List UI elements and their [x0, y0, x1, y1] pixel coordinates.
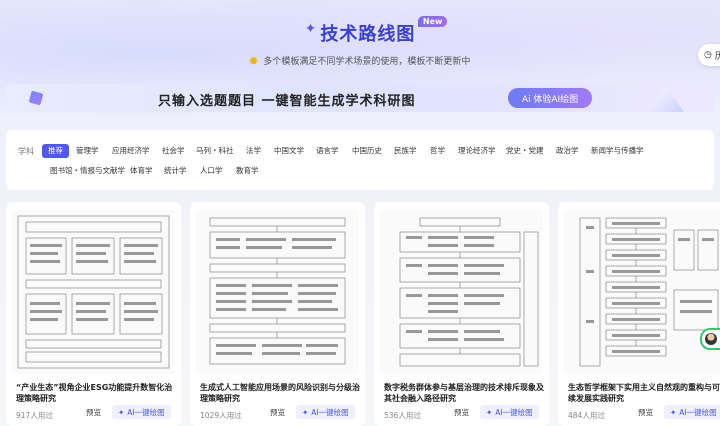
ai-draw-button[interactable]: ✦ AI一键绘图	[112, 405, 171, 419]
usage-count: 917人用过	[16, 411, 53, 420]
ai-draw-label: AI一键绘图	[495, 407, 533, 417]
title-row: ✦ 技术路线图 New	[0, 16, 720, 46]
preview-button[interactable]: 预览	[638, 407, 653, 418]
history-button[interactable]: ◷ 历	[698, 44, 720, 66]
filter-tag-tiyuxue[interactable]: 体育学	[130, 164, 153, 178]
usage-count: 484人用过	[568, 411, 605, 420]
ai-draw-label: AI一键绘图	[311, 407, 349, 417]
preview-button[interactable]: 预览	[270, 407, 285, 418]
ai-draw-button[interactable]: ✦ AI一键绘图	[296, 405, 355, 419]
clock-icon: ◷	[704, 50, 712, 60]
card-title: 生成式人工智能应用场景的风险识别与分级治理策略研究	[200, 383, 360, 403]
sparkle-icon: ✦	[302, 407, 309, 417]
template-card[interactable]: 生成式人工智能应用场景的风险识别与分级治理策略研究 1029人用过 预览 ✦ A…	[190, 202, 365, 426]
filter-panel: 学科 推荐 管理学 应用经济学 社会学 马列・科社 法学 中国文学 语言学 中国…	[6, 130, 714, 190]
sparkle-icon: ✦	[304, 21, 317, 37]
avatar-icon	[705, 333, 717, 345]
banner-decoration	[648, 86, 684, 112]
filter-tag-tushuguan[interactable]: 图书馆・情报与文献学	[50, 164, 125, 178]
card-title: 数字税务群体参与基层治理的技术排斥现象及其社会融入路径研究	[384, 383, 544, 403]
filter-tag-minzuxue[interactable]: 民族学	[394, 144, 417, 158]
filter-tag-xinwenxue[interactable]: 新闻学与传播学	[591, 144, 644, 158]
filter-tag-tongjixue[interactable]: 统计学	[164, 164, 187, 178]
template-cards: “产业生态”视角企业ESG功能提升数智化治理策略研究 917人用过 预览 ✦ A…	[6, 202, 720, 426]
filter-tag-faxue[interactable]: 法学	[246, 144, 261, 158]
flowchart-thumbnail	[12, 210, 175, 374]
template-card[interactable]: 生态哲学框架下实用主义自然观的重构与可持续发展实践研究 484人用过 预览 ✦ …	[558, 202, 720, 426]
preview-button[interactable]: 预览	[454, 407, 469, 418]
banner-logo-icon	[28, 90, 44, 106]
preview-button[interactable]: 预览	[86, 407, 101, 418]
filter-tag-zhengzhixue[interactable]: 政治学	[556, 144, 579, 158]
template-card[interactable]: 数字税务群体参与基层治理的技术排斥现象及其社会融入路径研究 536人用过 预览 …	[374, 202, 549, 426]
flowchart-thumbnail	[380, 210, 543, 374]
banner-slogan: 只输入选题题目 一键智能生成学术科研图	[158, 94, 416, 109]
flowchart-thumbnail	[564, 210, 720, 374]
sparkle-icon: ✦	[118, 407, 125, 417]
sparkle-icon: ✦	[486, 407, 493, 417]
filter-tag-renkouxue[interactable]: 人口学	[200, 164, 223, 178]
filter-tag-guanlixue[interactable]: 管理学	[76, 144, 99, 158]
card-title: 生态哲学框架下实用主义自然观的重构与可持续发展实践研究	[568, 383, 720, 403]
filter-tag-zhongguolishi[interactable]: 中国历史	[352, 144, 382, 158]
history-label: 历	[714, 51, 720, 62]
filter-tag-tuijian[interactable]: 推荐	[42, 144, 69, 158]
filter-tag-lilunjingjixue[interactable]: 理论经济学	[458, 144, 496, 158]
filter-tag-yingyongjingjixue[interactable]: 应用经济学	[112, 144, 150, 158]
filter-tag-dangshidangjian[interactable]: 党史・党建	[506, 144, 544, 158]
support-avatar[interactable]	[700, 328, 720, 350]
new-badge: New	[417, 16, 448, 27]
template-card[interactable]: “产业生态”视角企业ESG功能提升数智化治理策略研究 917人用过 预览 ✦ A…	[6, 202, 181, 426]
filter-tag-zhongguowenxue[interactable]: 中国文学	[274, 144, 304, 158]
ai-draw-button[interactable]: ✦ AI一键绘图	[480, 405, 539, 419]
usage-count: 536人用过	[384, 411, 421, 420]
card-title: “产业生态”视角企业ESG功能提升数智化治理策略研究	[16, 383, 173, 403]
subtitle-text: 多个模板满足不同学术场景的使用，模板不断更新中	[263, 57, 471, 67]
page-title: 技术路线图	[320, 24, 416, 45]
filter-tag-zhexue[interactable]: 哲学	[430, 144, 445, 158]
try-ai-button[interactable]: Ai 体验AI绘图	[508, 88, 592, 108]
sparkle-icon: ✦	[670, 407, 677, 417]
lightbulb-icon: ●	[249, 55, 258, 66]
filter-tag-shehuixue[interactable]: 社会学	[162, 144, 185, 158]
ai-draw-label: AI一键绘图	[127, 407, 165, 417]
ai-draw-button[interactable]: ✦ AI一键绘图	[664, 405, 720, 419]
flowchart-thumbnail	[196, 210, 359, 374]
title-wrap: ✦ 技术路线图 New	[304, 16, 448, 46]
filter-tag-malie[interactable]: 马列・科社	[196, 144, 234, 158]
filter-tag-jiaoyuxue[interactable]: 教育学	[236, 164, 259, 178]
filter-label: 学科	[18, 147, 34, 156]
subtitle: ● 多个模板满足不同学术场景的使用，模板不断更新中	[0, 54, 720, 68]
filter-tag-yuyanxue[interactable]: 语言学	[316, 144, 339, 158]
promo-banner[interactable]: 只输入选题题目 一键智能生成学术科研图 Ai 体验AI绘图	[6, 84, 714, 112]
usage-count: 1029人用过	[200, 411, 242, 420]
ai-draw-label: AI一键绘图	[679, 407, 717, 417]
